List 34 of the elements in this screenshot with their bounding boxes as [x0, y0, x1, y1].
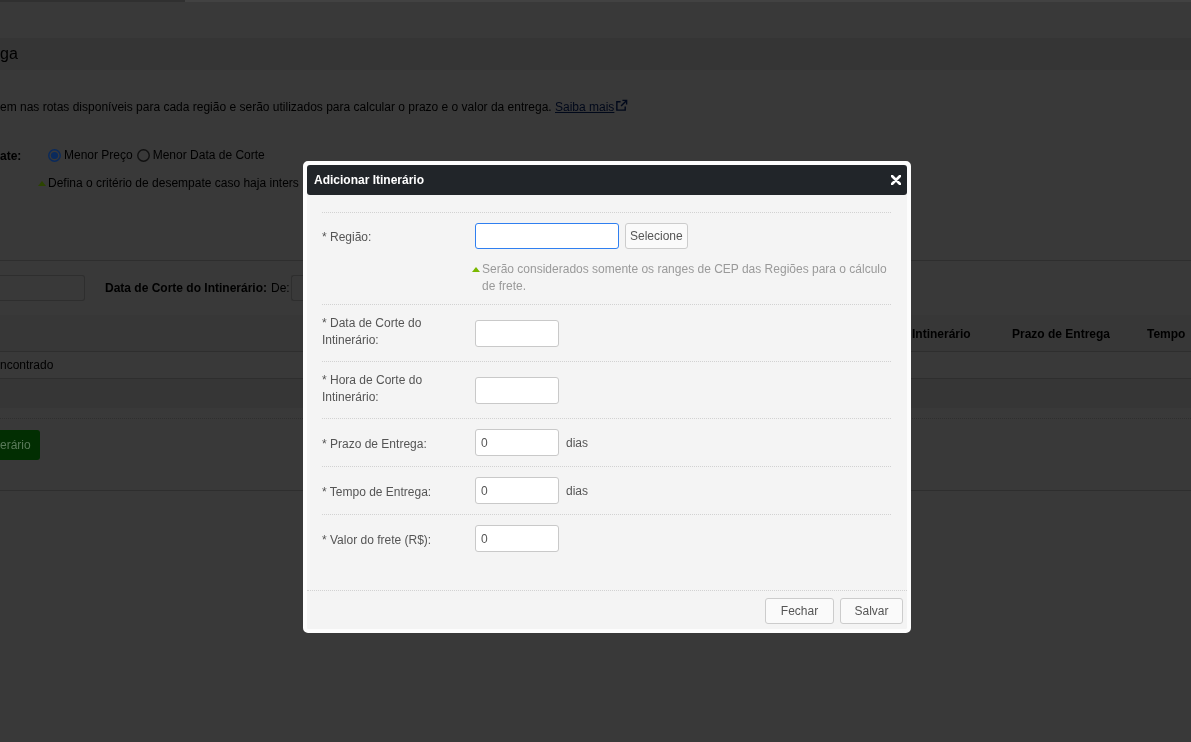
external-link-icon: [615, 99, 629, 112]
text-field[interactable]: 0: [475, 429, 559, 456]
field-label: * Tempo de Entrega:: [322, 483, 432, 501]
text-field[interactable]: 0: [475, 525, 559, 552]
text-field[interactable]: [475, 376, 559, 404]
text-field[interactable]: [475, 319, 559, 347]
close-icon: [891, 175, 901, 185]
field-label: * Data de Corte do Intinerário:: [322, 315, 423, 349]
modal-title: Adicionar Itinerário: [314, 172, 425, 189]
radio-label: Menor Data de Corte: [152, 147, 265, 164]
radio-button[interactable]: [136, 148, 150, 162]
close-button[interactable]: [891, 175, 901, 185]
filter-label: Data de Corte do Intinerário:: [105, 280, 268, 297]
hint-text: Defina o critério de desempate caso haja inters: [48, 175, 299, 192]
date-field[interactable]: [290, 275, 303, 301]
field-label: * Hora de Corte do Intinerário:: [322, 372, 424, 406]
field-label: * Região:: [322, 229, 372, 246]
radio-label: Menor Preço: [64, 147, 133, 164]
field-label: * Valor do frete (R$):: [322, 531, 432, 549]
hint-text: Serão considerados somente os ranges de CEP das Regiões para o cálculo de frete.: [482, 261, 888, 295]
table-cell-text: ncontrado: [0, 357, 54, 374]
footer-button[interactable]: Fechar: [765, 598, 834, 624]
caret-up-icon: [38, 180, 46, 186]
caret-up-icon: [472, 267, 480, 272]
filter-label: De:: [271, 280, 290, 297]
footer-button[interactable]: Salvar: [840, 598, 903, 624]
region-field[interactable]: [475, 223, 619, 249]
field-label: * Prazo de Entrega:: [322, 435, 427, 453]
tiebreak-label: ate:: [0, 149, 22, 163]
unit-label: dias: [566, 482, 588, 500]
text-field[interactable]: 0: [475, 477, 559, 504]
unit-label: dias: [566, 434, 588, 452]
radio-button[interactable]: [48, 148, 61, 162]
select-button[interactable]: Selecione: [625, 223, 688, 249]
